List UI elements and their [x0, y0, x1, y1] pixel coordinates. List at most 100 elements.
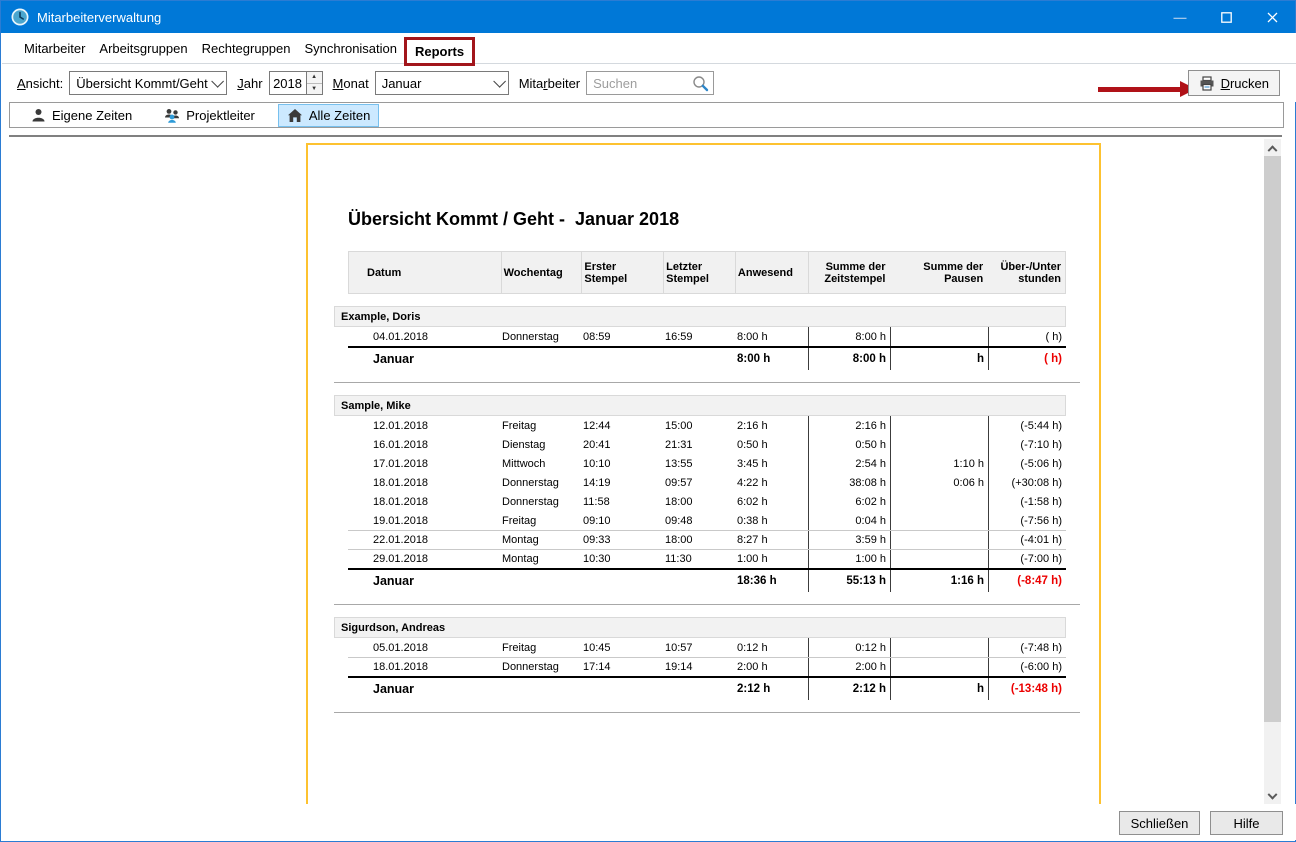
- table-cell: Freitag: [500, 511, 581, 530]
- person-icon: [31, 108, 46, 123]
- menu-item-mitarbeiter[interactable]: Mitarbeiter: [17, 37, 92, 60]
- table-cell: 18:00: [663, 531, 735, 549]
- drucken-button[interactable]: Drucken: [1188, 70, 1280, 96]
- tab-label: Alle Zeiten: [309, 108, 370, 123]
- table-cell: 18:36 h: [735, 570, 808, 592]
- table-row: 05.01.2018Freitag10:4510:570:12 h0:12 h(…: [348, 638, 1066, 657]
- employee-section-header: Sample, Mike: [334, 395, 1066, 416]
- table-cell: 38:08 h: [808, 473, 890, 492]
- month-summary-row: Januar 18:36 h55:13 h1:16 h(-8:47 h): [348, 568, 1066, 592]
- table-cell: Januar: [348, 348, 500, 370]
- table-cell: [581, 678, 663, 700]
- table-cell: (-4:01 h): [988, 531, 1066, 549]
- scroll-up-icon[interactable]: [1264, 139, 1281, 156]
- table-cell: (-8:47 h): [988, 570, 1066, 592]
- table-cell: 14:19: [581, 473, 663, 492]
- table-cell: Freitag: [500, 638, 581, 657]
- table-cell: 17.01.2018: [348, 454, 500, 473]
- table-cell: 1:10 h: [890, 454, 988, 473]
- maximize-button[interactable]: [1203, 1, 1249, 33]
- monat-dropdown[interactable]: Januar: [375, 71, 509, 95]
- search-placeholder: Suchen: [593, 76, 692, 91]
- table-cell: ( h): [988, 327, 1066, 346]
- ansicht-dropdown[interactable]: Übersicht Kommt/Geht: [69, 71, 227, 95]
- table-cell: 10:10: [581, 454, 663, 473]
- table-cell: [581, 570, 663, 592]
- spinner-down-icon[interactable]: ▼: [307, 84, 322, 95]
- table-cell: 16.01.2018: [348, 435, 500, 454]
- mitarbeiter-search-input[interactable]: Suchen: [586, 71, 714, 95]
- table-cell: [890, 511, 988, 530]
- tab-projektleiter[interactable]: Projektleiter: [155, 104, 264, 127]
- vertical-scrollbar[interactable]: [1264, 139, 1281, 806]
- monat-dropdown-value: Januar: [382, 76, 422, 91]
- table-cell: (-6:00 h): [988, 658, 1066, 676]
- table-cell: (-1:58 h): [988, 492, 1066, 511]
- table-cell: 8:00 h: [735, 327, 808, 346]
- hilfe-button[interactable]: Hilfe: [1210, 811, 1283, 835]
- toolbar: Ansicht: Übersicht Kommt/Geht Jahr 2018 …: [2, 64, 1296, 102]
- table-cell: 55:13 h: [808, 570, 890, 592]
- table-cell: (+30:08 h): [988, 473, 1066, 492]
- table-cell: 16:59: [663, 327, 735, 346]
- table-cell: 0:12 h: [808, 638, 890, 657]
- menu-item-arbeitsgruppen[interactable]: Arbeitsgruppen: [92, 37, 194, 60]
- table-cell: 10:57: [663, 638, 735, 657]
- menu-item-rechtegruppen[interactable]: Rechtegruppen: [195, 37, 298, 60]
- table-cell: h: [890, 678, 988, 700]
- printer-icon: [1199, 76, 1215, 91]
- jahr-value: 2018: [270, 72, 306, 94]
- tab-eigene-zeiten[interactable]: Eigene Zeiten: [22, 104, 141, 127]
- window-title: Mitarbeiterverwaltung: [37, 10, 161, 25]
- table-cell: [890, 550, 988, 568]
- footer-bar: Schließen Hilfe: [2, 804, 1296, 840]
- chevron-down-icon: [212, 75, 225, 88]
- menu-item-reports[interactable]: Reports: [404, 37, 475, 66]
- table-cell: [500, 570, 581, 592]
- table-cell: 2:54 h: [808, 454, 890, 473]
- mitarbeiter-label: Mitarbeiter: [519, 76, 580, 91]
- title-bar: Mitarbeiterverwaltung —: [1, 1, 1295, 33]
- home-icon: [287, 108, 303, 123]
- schliessen-button[interactable]: Schließen: [1119, 811, 1200, 835]
- table-cell: [500, 678, 581, 700]
- table-cell: 0:12 h: [735, 638, 808, 657]
- ansicht-label: Ansicht:: [17, 76, 63, 91]
- table-cell: [663, 348, 735, 370]
- table-cell: 8:00 h: [808, 327, 890, 346]
- table-row: 22.01.2018Montag09:3318:008:27 h3:59 h(-…: [348, 530, 1066, 549]
- table-cell: (-5:44 h): [988, 416, 1066, 435]
- table-row: 18.01.2018Donnerstag14:1909:574:22 h38:0…: [348, 473, 1066, 492]
- table-cell: 2:16 h: [808, 416, 890, 435]
- table-cell: [890, 638, 988, 657]
- report-title: Übersicht Kommt / Geht - Januar 2018: [348, 209, 1099, 230]
- table-cell: Montag: [500, 531, 581, 549]
- employee-rows: 12.01.2018Freitag12:4415:002:16 h2:16 h(…: [348, 416, 1066, 568]
- tab-alle-zeiten[interactable]: Alle Zeiten: [278, 104, 379, 127]
- table-cell: 17:14: [581, 658, 663, 676]
- view-tab-bar: Eigene Zeiten Projektleiter Alle Zeiten: [9, 102, 1284, 128]
- table-cell: [890, 435, 988, 454]
- table-cell: Dienstag: [500, 435, 581, 454]
- table-cell: (-13:48 h): [988, 678, 1066, 700]
- app-clock-icon: [11, 8, 29, 26]
- spinner-up-icon[interactable]: ▲: [307, 72, 322, 84]
- table-cell: 0:50 h: [735, 435, 808, 454]
- table-cell: Januar: [348, 570, 500, 592]
- menu-item-synchronisation[interactable]: Synchronisation: [298, 37, 405, 60]
- table-cell: h: [890, 348, 988, 370]
- report-header-row: DatumWochentagErster StempelLetzter Stem…: [348, 251, 1066, 294]
- jahr-spinner[interactable]: 2018 ▲ ▼: [269, 71, 323, 95]
- table-cell: [890, 416, 988, 435]
- close-button[interactable]: [1249, 1, 1295, 33]
- table-cell: 12.01.2018: [348, 416, 500, 435]
- report-page: Übersicht Kommt / Geht - Januar 2018 Dat…: [306, 143, 1101, 806]
- scrollbar-thumb[interactable]: [1264, 156, 1281, 722]
- table-cell: 2:16 h: [735, 416, 808, 435]
- month-summary-row: Januar2:12 h2:12 hh(-13:48 h): [348, 676, 1066, 700]
- table-cell: 6:02 h: [735, 492, 808, 511]
- table-cell: 12:44: [581, 416, 663, 435]
- minimize-button[interactable]: —: [1157, 1, 1203, 33]
- table-cell: 1:16 h: [890, 570, 988, 592]
- table-cell: (-7:10 h): [988, 435, 1066, 454]
